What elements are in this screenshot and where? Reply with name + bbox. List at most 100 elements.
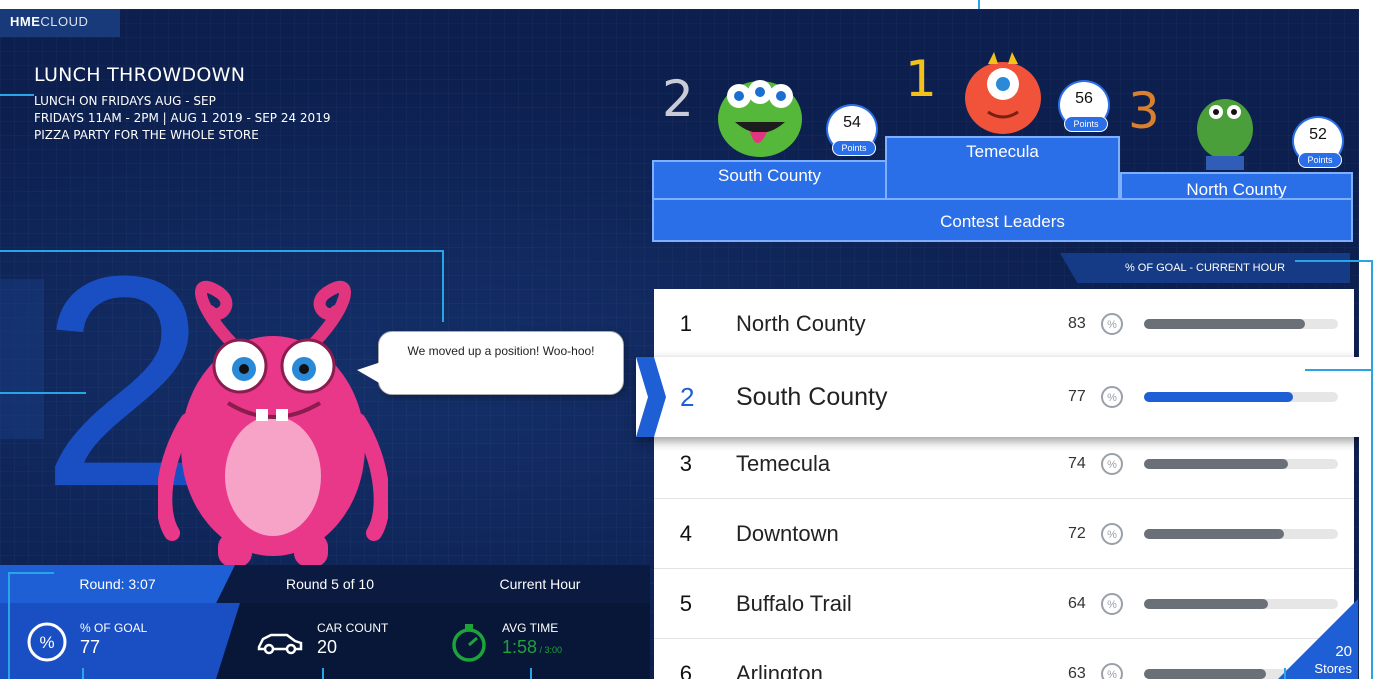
progress-track — [1144, 598, 1338, 609]
percent-icon: % — [1101, 312, 1123, 335]
first-place-number: 1 — [905, 50, 937, 108]
row-rank: 3 — [679, 450, 692, 476]
podium-first-name: Temecula — [885, 136, 1120, 200]
row-score: 83 — [1068, 314, 1086, 332]
stopwatch-icon — [448, 621, 490, 663]
progress-fill — [1144, 598, 1269, 609]
progress-fill — [1144, 668, 1267, 679]
first-place-points: 56 Points — [1058, 80, 1110, 132]
progress-track — [1144, 528, 1338, 539]
percent-icon: % — [1101, 522, 1123, 545]
green-monster-second — [718, 80, 802, 157]
third-place-points: 52 Points — [1292, 116, 1344, 168]
list-item: 5 Buffalo Trail 64 % — [654, 569, 1354, 639]
progress-fill — [1144, 318, 1306, 329]
contest-leaders-title: Contest Leaders — [652, 198, 1353, 242]
row-score: 72 — [1068, 524, 1086, 542]
stores-label: Stores — [1314, 661, 1352, 676]
svg-text:%: % — [1107, 529, 1117, 541]
speech-bubble: We moved up a position! Woo-hoo! — [357, 331, 624, 395]
progress-track — [1144, 318, 1338, 329]
avg-time-value: 1:58 — [502, 637, 538, 657]
row-store-name: South County — [736, 382, 888, 411]
list-item: 6 Arlington 63 % — [654, 639, 1354, 679]
percent-icon: % — [1101, 592, 1123, 615]
row-score: 64 — [1068, 594, 1086, 612]
svg-text:%: % — [1107, 392, 1117, 404]
list-item: 3 Temecula 74 % — [654, 429, 1354, 499]
progress-track — [1144, 392, 1338, 402]
contest-title: LUNCH THROWDOWN — [34, 64, 246, 86]
chevron-right-icon — [636, 357, 666, 437]
row-score: 77 — [1068, 388, 1086, 405]
callout-line — [0, 94, 34, 96]
row-store-name: Buffalo Trail — [736, 590, 852, 616]
callout-line — [82, 668, 84, 679]
callout-line — [0, 392, 86, 394]
hme-cloud-logo: HMECLOUD — [0, 9, 120, 37]
row-score: 63 — [1068, 664, 1086, 679]
stat-avg-time: AVG TIME 1:58 / 3:00 — [448, 621, 562, 663]
goal-value: 77 — [80, 637, 101, 657]
svg-text:%: % — [1107, 599, 1117, 611]
orange-monster-first — [965, 52, 1041, 134]
callout-line — [530, 668, 532, 679]
cars-value: 20 — [317, 637, 338, 657]
stats-panel: % % OF GOAL 77 CAR COUNT 20 AVG TIME 1:5… — [0, 603, 650, 679]
percent-icon: % — [1101, 452, 1123, 475]
cars-label: CAR COUNT — [317, 621, 389, 635]
stat-goal: % % OF GOAL 77 — [26, 621, 147, 663]
contest-prize: PIZZA PARTY FOR THE WHOLE STORE — [34, 128, 259, 142]
row-store-name: Downtown — [736, 520, 839, 546]
leaderboard-screen: HMECLOUD LUNCH THROWDOWN LUNCH ON FRIDAY… — [0, 9, 1359, 679]
row-rank: 4 — [679, 520, 692, 546]
callout-line — [322, 668, 324, 679]
progress-fill — [1144, 458, 1288, 469]
callout-line — [1305, 369, 1373, 371]
round-progress: Round 5 of 10 — [286, 576, 374, 592]
percent-icon: % — [1101, 386, 1123, 408]
progress-fill — [1144, 392, 1294, 402]
period-label: Current Hour — [499, 576, 581, 592]
progress-track — [1144, 458, 1338, 469]
row-rank: 1 — [679, 310, 692, 336]
percent-icon: % — [26, 621, 68, 663]
contest-info: LUNCH THROWDOWN LUNCH ON FRIDAYS AUG - S… — [34, 64, 330, 142]
callout-line — [1284, 668, 1286, 679]
percent-icon: % — [1101, 662, 1123, 679]
contest-leaders-podium: 2 54 Points 1 56 Points 3 52 Points South C… — [650, 52, 1355, 244]
row-rank: 2 — [680, 381, 695, 412]
second-place-number: 2 — [662, 70, 694, 128]
round-timer: Round: 3:07 — [0, 565, 235, 603]
car-icon — [255, 621, 305, 663]
third-place-number: 3 — [1128, 82, 1160, 140]
svg-text:%: % — [39, 633, 54, 652]
round-bar: Round: 3:07 Round 5 of 10 Current Hour — [0, 565, 650, 603]
contest-subtitle: LUNCH ON FRIDAYS AUG - SEP — [34, 94, 216, 108]
pink-monster-mascot — [158, 280, 388, 567]
row-rank: 5 — [679, 590, 692, 616]
callout-line — [978, 0, 980, 9]
callout-line — [8, 572, 54, 574]
callout-line — [1295, 260, 1373, 262]
callout-line — [442, 250, 444, 322]
avg-time-label: AVG TIME — [502, 621, 559, 635]
goal-label: % OF GOAL — [80, 621, 148, 635]
list-header: % OF GOAL - CURRENT HOUR — [1060, 253, 1350, 283]
list-item: 1 North County 83 % — [654, 289, 1354, 359]
green-monster-third — [1197, 99, 1253, 170]
svg-text:%: % — [1107, 459, 1117, 471]
row-store-name: Arlington — [736, 660, 823, 679]
stat-cars: CAR COUNT 20 — [255, 621, 388, 663]
row-store-name: Temecula — [736, 450, 831, 476]
second-place-points: 54 Points — [826, 104, 878, 156]
callout-line — [8, 572, 10, 679]
highlighted-row: 2 South County 77 % — [636, 357, 1359, 437]
left-accent-band — [0, 279, 44, 439]
svg-text:%: % — [1107, 669, 1117, 679]
row-store-name: North County — [736, 310, 866, 336]
standings-list: 1 North County 83 % 3 Temecula 74 % 4 Do… — [654, 289, 1354, 679]
row-rank: 6 — [679, 660, 692, 679]
list-item: 4 Downtown 72 % — [654, 499, 1354, 569]
contest-schedule: FRIDAYS 11AM - 2PM | AUG 1 2019 - SEP 24… — [34, 111, 331, 125]
